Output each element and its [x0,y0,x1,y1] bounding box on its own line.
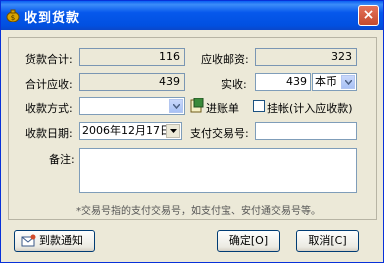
chevron-down-icon[interactable] [166,124,180,138]
goods-total-field: 116 [79,48,185,66]
currency-select[interactable]: 本币 [312,73,357,91]
receipt-date-value: 2006年12月17日 [82,124,171,137]
receipt-date-picker[interactable]: 2006年12月17日 [79,122,182,140]
currency-value: 本币 [315,75,337,88]
receipt-date-label: 收款日期: [25,127,73,140]
deposit-slip-icon[interactable] [190,98,204,113]
ok-label: 确定[O] [228,234,269,247]
actual-received-input[interactable]: 439 [255,73,311,91]
title-bar[interactable]: $ 收到货款 × [1,1,383,30]
money-bag-icon: $ [6,9,20,22]
transaction-no-label: 支付交易号: [190,127,249,140]
total-receivable-field: 439 [79,73,185,91]
account-link[interactable]: 进账单 [206,100,239,116]
close-button[interactable]: × [358,5,379,26]
notify-button[interactable]: 到款通知 [14,230,95,252]
actual-received-label: 实收: [221,78,247,91]
cancel-label: 取消[C] [308,234,347,247]
on-credit-label: 挂帐(计入应收款) [267,102,353,115]
chevron-down-icon[interactable] [169,99,183,113]
hint-text: *交易号指的支付交易号，如支付宝、安付通交易号等。 [76,206,321,217]
payment-dialog: $ 收到货款 × 货款合计: 116 应收邮资: 323 合计应收: 439 实… [0,0,384,263]
remarks-label: 备注: [49,153,75,166]
chevron-down-icon[interactable] [341,75,355,89]
ok-button[interactable]: 确定[O] [217,230,280,252]
close-icon: × [362,7,375,23]
window-title: 收到货款 [24,11,81,26]
transaction-no-input[interactable] [255,122,357,140]
postage-due-field: 323 [255,48,357,66]
goods-total-label: 货款合计: [25,53,73,66]
postage-due-label: 应收邮资: [201,53,249,66]
svg-text:$: $ [11,14,15,22]
total-receivable-label: 合计应收: [25,78,73,91]
notify-label: 到款通知 [39,234,83,247]
cancel-button[interactable]: 取消[C] [296,230,359,252]
mail-notify-icon [21,234,36,247]
remarks-textarea[interactable] [79,148,357,193]
payment-method-select[interactable] [79,97,185,115]
on-credit-checkbox[interactable] [253,100,265,112]
payment-method-label: 收款方式: [25,102,73,115]
